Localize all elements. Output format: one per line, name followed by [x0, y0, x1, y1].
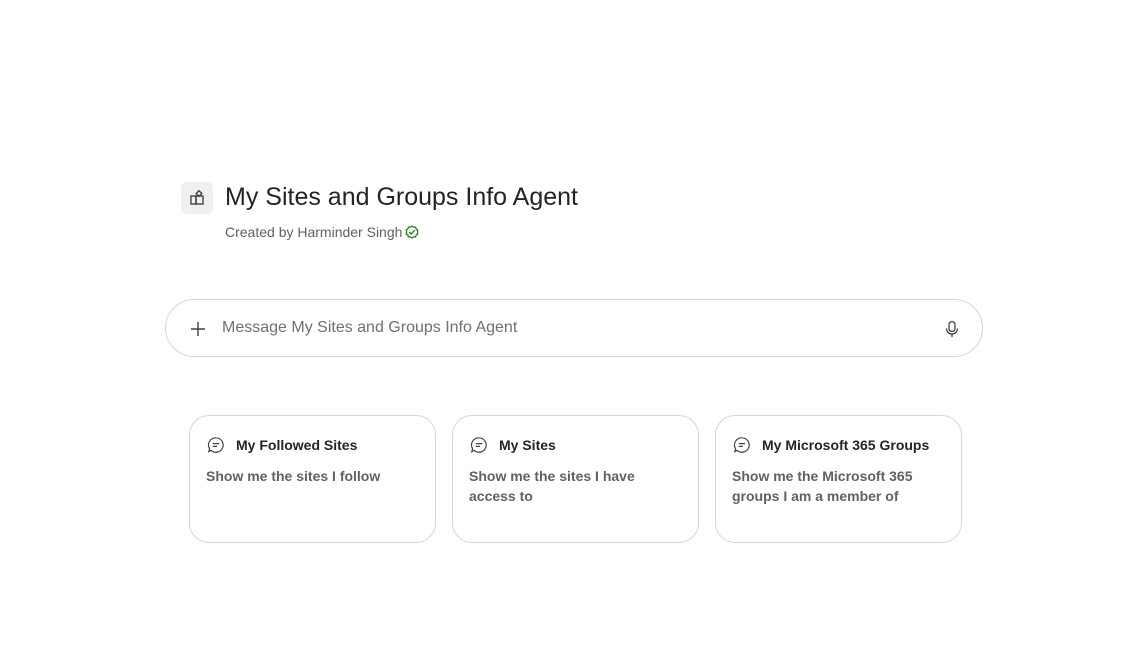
microphone-icon[interactable] — [942, 319, 962, 339]
created-by-text: Created by Harminder Singh — [225, 224, 403, 240]
card-header: My Microsoft 365 Groups — [732, 436, 945, 454]
suggestion-card-m365-groups[interactable]: My Microsoft 365 Groups Show me the Micr… — [715, 415, 962, 543]
card-prompt: Show me the sites I follow — [206, 468, 381, 484]
agent-title: My Sites and Groups Info Agent — [225, 183, 578, 211]
chat-bubble-icon — [469, 435, 489, 455]
agent-app-icon — [181, 182, 213, 214]
agent-creator: Created by Harminder Singh — [225, 223, 420, 241]
suggestion-cards: My Followed Sites Show me the sites I fo… — [189, 415, 962, 543]
message-composer — [165, 299, 983, 357]
plus-icon[interactable] — [188, 319, 208, 339]
card-title: My Sites — [499, 437, 556, 453]
chat-bubble-icon — [732, 435, 752, 455]
message-input[interactable] — [222, 314, 922, 342]
card-prompt: Show me the Microsoft 365 groups I am a … — [732, 468, 913, 504]
suggestion-card-followed-sites[interactable]: My Followed Sites Show me the sites I fo… — [189, 415, 436, 543]
agent-start-page: My Sites and Groups Info Agent Created b… — [0, 0, 1122, 661]
card-title: My Microsoft 365 Groups — [762, 437, 930, 453]
suggestion-card-my-sites[interactable]: My Sites Show me the sites I have access… — [452, 415, 699, 543]
card-prompt: Show me the sites I have access to — [469, 468, 635, 504]
card-header: My Sites — [469, 436, 682, 454]
verified-check-icon — [404, 224, 420, 240]
card-header: My Followed Sites — [206, 436, 419, 454]
chat-bubble-icon — [206, 435, 226, 455]
card-title: My Followed Sites — [236, 437, 358, 453]
